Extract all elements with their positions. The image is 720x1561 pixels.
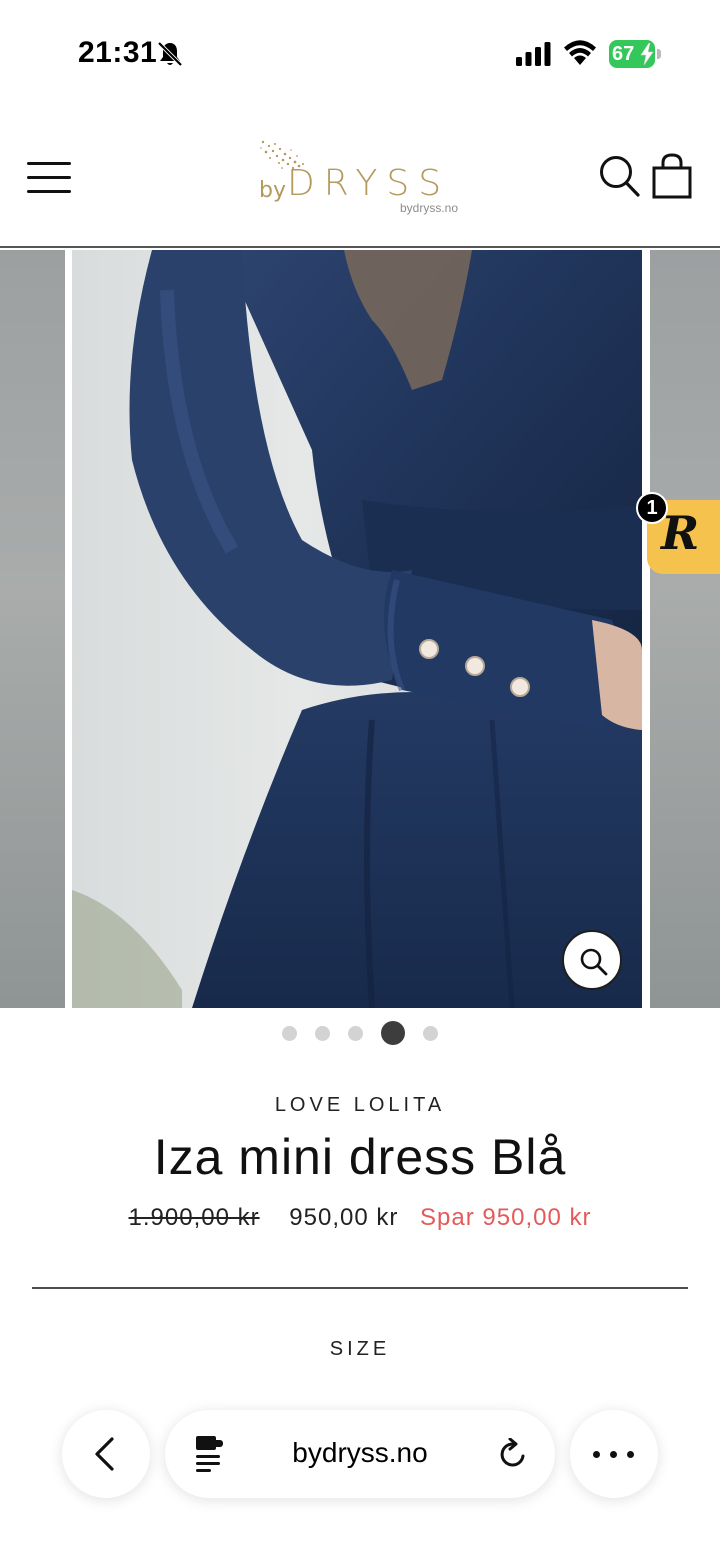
product-brand[interactable]: LOVE LOLITA bbox=[0, 1094, 720, 1117]
rewards-notification-count: 1 bbox=[636, 492, 668, 524]
shopping-bag-icon bbox=[652, 153, 692, 199]
dress-photo bbox=[72, 250, 642, 1008]
logo-prefix: by bbox=[259, 178, 286, 203]
gallery-dot[interactable] bbox=[423, 1025, 438, 1041]
gallery-dot[interactable] bbox=[315, 1025, 330, 1041]
sale-price: 950,00 kr bbox=[289, 1204, 399, 1231]
gallery-next-slide[interactable] bbox=[650, 250, 720, 1008]
gallery-main-image[interactable] bbox=[72, 250, 642, 1008]
original-price: 1.900,00 kr bbox=[128, 1204, 260, 1231]
divider bbox=[32, 1287, 688, 1289]
cart-button[interactable] bbox=[650, 152, 694, 200]
bell-slash-icon bbox=[157, 41, 183, 67]
savings-text: Spar 950,00 kr bbox=[420, 1204, 592, 1231]
wifi-icon bbox=[564, 40, 596, 65]
signal-icon bbox=[516, 42, 551, 66]
battery-indicator: 67 bbox=[609, 40, 661, 68]
search-icon bbox=[600, 156, 640, 197]
menu-button[interactable] bbox=[27, 158, 73, 196]
product-gallery[interactable] bbox=[0, 250, 720, 1008]
chevron-left-icon bbox=[95, 1437, 114, 1471]
price-row: 1.900,00 kr 950,00 kr Spar 950,00 kr bbox=[0, 1204, 720, 1232]
gallery-dot-active[interactable] bbox=[381, 1021, 405, 1045]
reload-icon[interactable] bbox=[497, 1438, 529, 1470]
address-bar[interactable]: bydryss.no bbox=[165, 1410, 555, 1498]
zoom-icon bbox=[580, 948, 608, 976]
more-button[interactable] bbox=[570, 1410, 658, 1498]
logo-domain: bydryss.no bbox=[400, 201, 459, 215]
size-label: SIZE bbox=[329, 1338, 391, 1360]
status-time: 21:31 bbox=[78, 36, 158, 69]
more-icon bbox=[593, 1451, 600, 1458]
gallery-pagination bbox=[0, 1020, 720, 1046]
site-logo[interactable]: by DRYSS bydryss.no bbox=[255, 138, 470, 218]
gallery-dot[interactable] bbox=[282, 1025, 297, 1041]
zoom-button[interactable] bbox=[562, 930, 622, 990]
battery-charging-icon bbox=[640, 43, 654, 65]
search-button[interactable] bbox=[598, 154, 642, 200]
gallery-dot[interactable] bbox=[348, 1025, 363, 1041]
back-button[interactable] bbox=[62, 1410, 150, 1498]
product-title: Iza mini dress Blå bbox=[153, 1129, 567, 1185]
hamburger-menu-icon bbox=[27, 162, 71, 165]
site-header: by DRYSS bydryss.no bbox=[0, 100, 720, 248]
gallery-prev-slide[interactable] bbox=[0, 250, 65, 1008]
browser-toolbar: bydryss.no bbox=[0, 1392, 720, 1561]
status-bar: 21:31 67 bbox=[0, 0, 720, 100]
logo-wordmark: DRYSS bbox=[287, 163, 451, 204]
battery-level: 67 bbox=[612, 43, 635, 65]
